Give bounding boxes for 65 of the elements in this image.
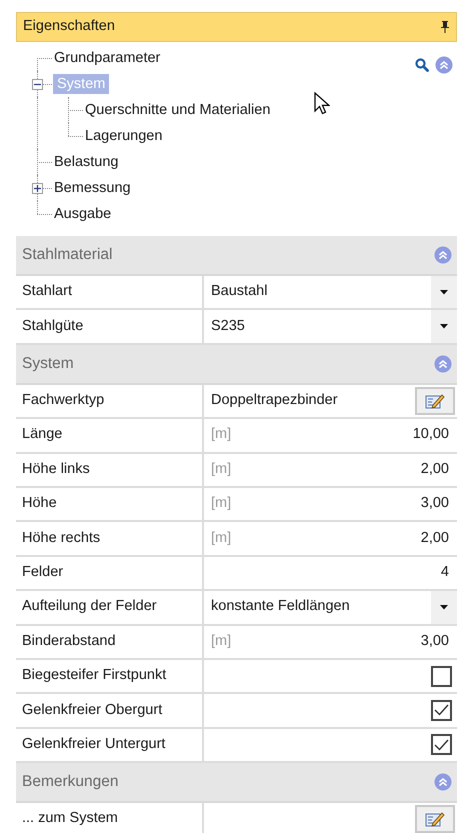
pin-icon[interactable] [440,21,450,33]
dropdown-arrow-icon [440,324,448,330]
tree-item[interactable]: Ausgabe [53,204,112,224]
section-title: System [22,354,74,374]
tree-toggle[interactable] [32,79,43,90]
number-value[interactable]: 4 [440,562,457,584]
unit-label: [m] [210,460,232,479]
property-label: Höhe rechts [16,522,204,555]
section-title: Bemerkungen [22,772,119,792]
dropdown-field[interactable]: Baustahl [204,276,457,308]
unit-label: [m] [210,632,232,651]
collapse-section-icon[interactable] [434,354,452,373]
property-label: Gelenkfreier Obergurt [16,694,204,727]
property-label: ... zum System [16,803,204,833]
minus-icon [34,81,41,88]
section-title: Stahlmaterial [22,245,112,266]
property-label: Stahlgüte [16,310,204,343]
checkmark-icon [434,738,449,751]
property-label: Stahlart [16,276,204,308]
number-value[interactable]: 2,00 [420,528,457,550]
property-label: Höhe [16,488,204,520]
dropdown-field[interactable]: konstante Feldlängen [204,591,457,624]
number-value[interactable]: 3,00 [420,630,457,653]
unit-label: [m] [210,494,232,514]
number-value[interactable]: 2,00 [420,458,457,481]
section-header[interactable]: Bemerkungen [16,763,457,804]
tree-item[interactable]: Bemessung [53,178,132,198]
property-label: Felder [16,556,204,590]
property-label: Länge [16,419,204,452]
section-header[interactable]: Stahlmaterial [16,236,457,276]
edit-icon [425,811,445,828]
property-label: Gelenkfreier Untergurt [16,728,204,762]
dropdown-field[interactable]: S235 [204,310,457,343]
unit-label: [m] [210,425,232,444]
dropdown-arrow-icon [440,290,448,295]
tree-item[interactable]: Belastung [53,152,120,172]
property-label: Binderabstand [16,626,204,658]
property-value: Doppeltrapezbinder [210,391,339,410]
unit-label: [m] [210,528,232,548]
property-label: Fachwerktyp [16,384,204,418]
collapse-section-icon[interactable] [434,246,452,264]
edit-icon [425,392,445,409]
number-value[interactable]: 10,00 [412,424,457,446]
section-header[interactable]: System [16,344,457,385]
checkbox[interactable] [431,700,452,721]
tree-item[interactable]: Lagerungen [84,126,164,146]
panel-title: Eigenschaften [23,17,115,36]
tree-item[interactable]: Querschnitte und Materialien [84,100,272,120]
collapse-all-icon[interactable] [435,56,453,74]
collapse-section-icon[interactable] [434,773,452,792]
tree-item[interactable]: Grundparameter [53,48,162,68]
number-value[interactable]: 3,00 [420,493,457,516]
mouse-cursor-icon [314,92,330,116]
dropdown-arrow-icon [440,604,448,610]
tree-toggle[interactable] [32,183,43,194]
checkbox[interactable] [431,666,452,687]
property-label: Biegesteifer Firstpunkt [16,660,204,692]
property-label: Aufteilung der Felder [16,591,204,624]
search-icon[interactable] [415,58,429,72]
plus-icon [34,185,41,192]
checkmark-icon [434,704,449,716]
checkbox[interactable] [431,734,452,756]
edit-button[interactable] [415,386,455,415]
property-label: Höhe links [16,454,204,486]
edit-button[interactable] [415,805,455,833]
